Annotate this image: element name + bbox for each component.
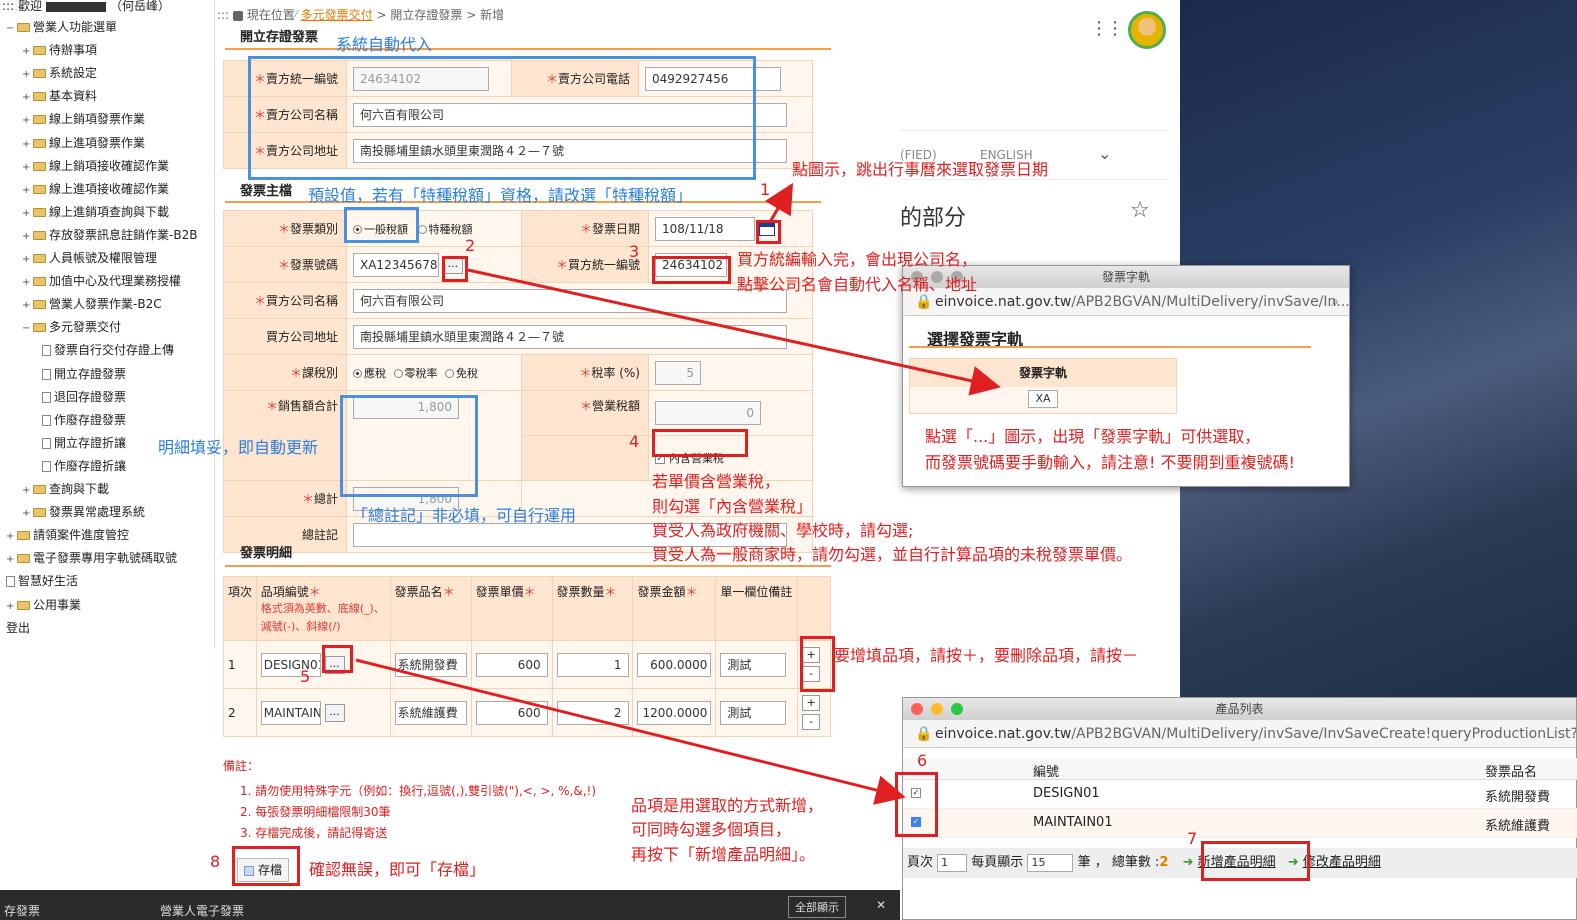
arrow-track bbox=[467, 268, 1001, 396]
annotation-arrows bbox=[355, 182, 1001, 805]
arrow-product bbox=[355, 658, 906, 805]
arrow-calendar bbox=[764, 182, 794, 223]
